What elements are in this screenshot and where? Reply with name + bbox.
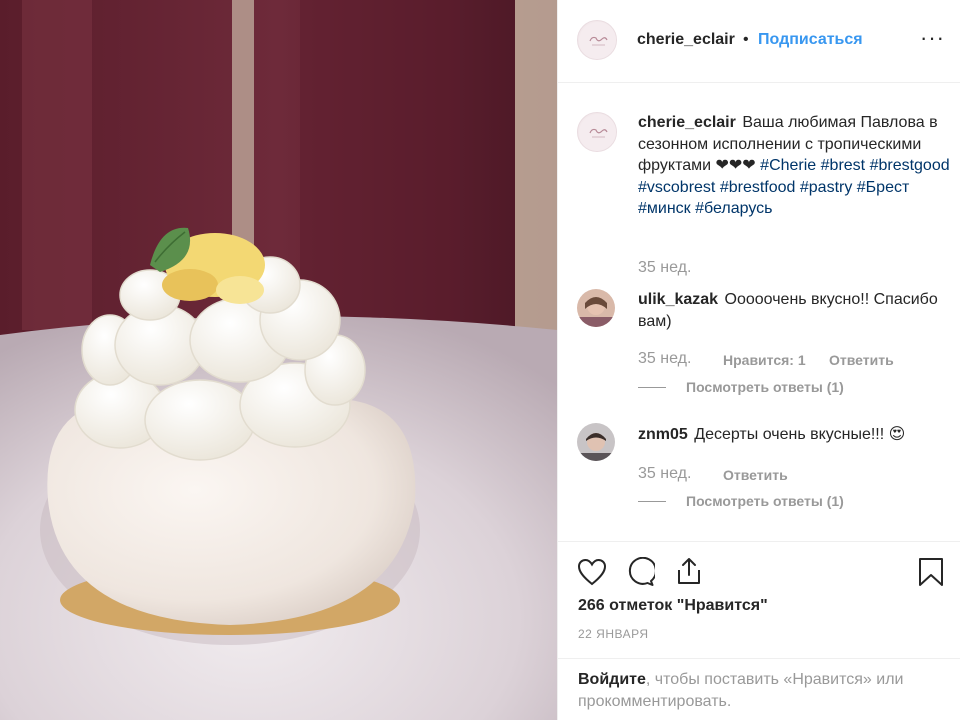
post-actions: 266 отметок "Нравится" 22 ЯНВАРЯ Войдите… bbox=[558, 541, 960, 721]
caption-username[interactable]: cherie_eclair bbox=[638, 114, 736, 131]
user-photo-icon bbox=[577, 423, 615, 461]
comment-time[interactable]: 35 нед. bbox=[638, 465, 691, 483]
post-details-panel: cherie_eclair • Подписаться ··· cherie_e… bbox=[557, 0, 960, 720]
more-options-icon[interactable]: ··· bbox=[920, 25, 945, 51]
comment-time[interactable]: 35 нед. bbox=[638, 350, 691, 368]
author-avatar[interactable] bbox=[577, 20, 617, 60]
view-replies-label: Посмотреть ответы (1) bbox=[686, 379, 844, 395]
reply-button[interactable]: Ответить bbox=[829, 352, 894, 368]
reply-button[interactable]: Ответить bbox=[723, 467, 788, 483]
post-date[interactable]: 22 ЯНВАРЯ bbox=[578, 627, 649, 641]
view-replies-button[interactable]: Посмотреть ответы (1) bbox=[638, 493, 844, 509]
author-username[interactable]: cherie_eclair bbox=[637, 31, 735, 49]
comment-icon[interactable] bbox=[625, 557, 655, 587]
comment-text-block: znm05 Десерты очень вкусные!!! 😍 bbox=[638, 424, 950, 446]
comment-username[interactable]: znm05 bbox=[638, 426, 688, 443]
comment-username[interactable]: ulik_kazak bbox=[638, 291, 718, 308]
bookmark-icon[interactable] bbox=[918, 557, 944, 587]
comments-list[interactable]: cherie_eclair Ваша любимая Павлова в сез… bbox=[558, 83, 960, 541]
caption-author-avatar[interactable] bbox=[577, 112, 617, 152]
view-replies-button[interactable]: Посмотреть ответы (1) bbox=[638, 379, 844, 395]
commenter-avatar[interactable] bbox=[577, 423, 615, 461]
comment-likes-count[interactable]: Нравится: 1 bbox=[723, 352, 806, 368]
pavlova-dessert-image bbox=[0, 0, 557, 720]
post-header: cherie_eclair • Подписаться ··· bbox=[558, 0, 960, 83]
login-link[interactable]: Войдите bbox=[578, 671, 646, 688]
caption-time[interactable]: 35 нед. bbox=[638, 259, 691, 277]
likes-count[interactable]: 266 отметок "Нравится" bbox=[578, 597, 768, 615]
login-prompt-text: Войдите, чтобы поставить «Нравится» или … bbox=[578, 669, 948, 713]
heart-icon[interactable] bbox=[577, 558, 607, 586]
post-photo[interactable] bbox=[0, 0, 557, 720]
follow-button[interactable]: Подписаться bbox=[758, 31, 863, 49]
cherie-logo-icon bbox=[579, 114, 616, 151]
comment-text: Десерты очень вкусные!!! 😍 bbox=[694, 426, 906, 443]
caption-text-block: cherie_eclair Ваша любимая Павлова в сез… bbox=[638, 112, 950, 220]
header-separator: • bbox=[743, 31, 749, 48]
commenter-avatar[interactable] bbox=[577, 289, 615, 327]
comment-text-block: ulik_kazak Ооооочень вкусно!! Спасибо ва… bbox=[638, 289, 950, 332]
replies-divider bbox=[638, 386, 666, 388]
replies-divider bbox=[638, 500, 666, 502]
view-replies-label: Посмотреть ответы (1) bbox=[686, 493, 844, 509]
user-photo-icon bbox=[577, 289, 615, 327]
share-icon[interactable] bbox=[675, 556, 703, 586]
cherie-logo-icon bbox=[579, 22, 616, 59]
login-prompt: Войдите, чтобы поставить «Нравится» или … bbox=[558, 658, 960, 722]
